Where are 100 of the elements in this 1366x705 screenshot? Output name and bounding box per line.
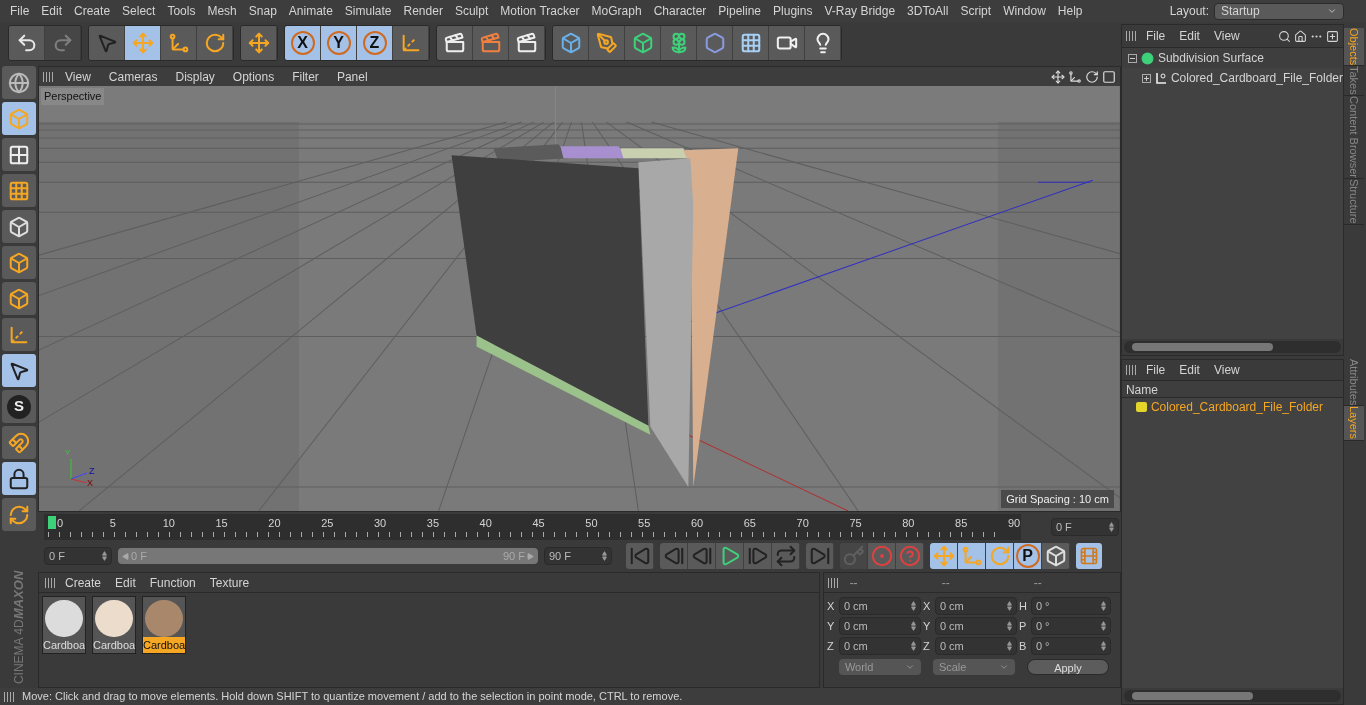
menu-item[interactable]: Edit: [109, 573, 142, 592]
size-field[interactable]: 0 cm: [934, 597, 1017, 615]
rotation-field[interactable]: 0 °: [1030, 637, 1111, 655]
material-swatch[interactable]: Cardboa: [42, 596, 86, 654]
menu-item[interactable]: Create: [68, 2, 117, 20]
menu-item[interactable]: Edit: [35, 2, 69, 20]
menu-item[interactable]: View: [1207, 361, 1246, 379]
tool-button[interactable]: [589, 26, 625, 60]
menu-item[interactable]: Motion Tracker: [494, 2, 586, 20]
tree-toggle[interactable]: [1127, 53, 1137, 63]
menu-item[interactable]: Filter: [284, 67, 327, 86]
side-tab[interactable]: Objects: [1344, 28, 1364, 67]
menu-item[interactable]: Edit: [1173, 27, 1206, 45]
size-field[interactable]: 0 cm: [934, 637, 1017, 655]
home-icon[interactable]: [1294, 29, 1307, 43]
search-icon[interactable]: [1278, 29, 1291, 43]
layout-dropdown[interactable]: Startup: [1214, 2, 1344, 20]
layer-color-swatch[interactable]: [1135, 402, 1147, 412]
tool-button[interactable]: [930, 543, 958, 569]
menu-item[interactable]: File: [1139, 27, 1172, 45]
side-tab[interactable]: Layers: [1344, 406, 1364, 441]
menu-item[interactable]: Snap: [242, 2, 283, 20]
current-frame-field[interactable]: 0 F: [1050, 518, 1119, 536]
menu-item[interactable]: File: [4, 2, 36, 20]
position-field[interactable]: 0 cm: [838, 597, 921, 615]
tool-button[interactable]: [2, 210, 36, 243]
tool-button[interactable]: [2, 354, 36, 387]
tool-button[interactable]: [161, 26, 197, 60]
tool-button[interactable]: [716, 543, 744, 569]
tool-button[interactable]: [393, 26, 429, 60]
position-field[interactable]: 0 cm: [838, 637, 921, 655]
menu-item[interactable]: Texture: [203, 573, 256, 592]
menu-item[interactable]: Script: [954, 2, 998, 20]
material-swatch[interactable]: Cardboa: [142, 596, 186, 654]
tool-button[interactable]: [2, 138, 36, 171]
tool-button[interactable]: [625, 26, 661, 60]
menu-item[interactable]: Options: [224, 67, 283, 86]
tool-button[interactable]: [437, 26, 473, 60]
rotate-icon[interactable]: [1084, 69, 1099, 84]
menu-item[interactable]: MoGraph: [585, 2, 648, 20]
tool-button[interactable]: [958, 543, 986, 569]
menu-item[interactable]: Cameras: [100, 67, 166, 86]
toggle-button[interactable]: Z: [357, 26, 393, 60]
menu-item[interactable]: Create: [59, 573, 108, 592]
apply-button[interactable]: Apply: [1026, 659, 1109, 675]
end-frame-field[interactable]: 90 F: [544, 547, 612, 565]
tool-button[interactable]: [1042, 543, 1070, 569]
menu-item[interactable]: Plugins: [767, 2, 819, 20]
menu-item[interactable]: File: [1139, 361, 1172, 379]
tool-button[interactable]: [733, 26, 769, 60]
horizontal-scrollbar[interactable]: [1123, 690, 1341, 702]
tool-button[interactable]: [509, 26, 545, 60]
size-field[interactable]: 0 cm: [934, 617, 1017, 635]
menu-item[interactable]: Edit: [1173, 361, 1206, 379]
menu-item[interactable]: Tools: [161, 2, 202, 20]
tool-button[interactable]: [2, 462, 36, 495]
tool-button[interactable]: [473, 26, 509, 60]
toggle-button[interactable]: X: [285, 26, 321, 60]
menu-item[interactable]: Pipeline: [712, 2, 768, 20]
tool-button[interactable]: [769, 26, 805, 60]
move-icon[interactable]: [1050, 69, 1065, 84]
tool-button[interactable]: [697, 26, 733, 60]
menu-item[interactable]: Window: [997, 2, 1052, 20]
menu-item[interactable]: Sculpt: [448, 2, 495, 20]
tool-button[interactable]: [241, 26, 277, 60]
toggle-button[interactable]: P: [1014, 543, 1042, 569]
window-icon[interactable]: [1101, 69, 1116, 84]
tool-button[interactable]: [125, 26, 161, 60]
menu-item[interactable]: Character: [647, 2, 713, 20]
menu-item[interactable]: Function: [143, 573, 202, 592]
tool-button[interactable]: [661, 26, 697, 60]
toggle-button[interactable]: Y: [321, 26, 357, 60]
menu-item[interactable]: View: [57, 67, 99, 86]
menu-item[interactable]: Help: [1051, 2, 1089, 20]
menu-item[interactable]: V-Ray Bridge: [818, 2, 902, 20]
object-name[interactable]: Colored_Cardboard_File_Folder: [1170, 69, 1343, 87]
tool-button[interactable]: [805, 26, 841, 60]
layer-name[interactable]: Colored_Cardboard_File_Folder: [1150, 398, 1323, 416]
tool-button[interactable]: [9, 26, 45, 60]
menu-item[interactable]: Animate: [282, 2, 339, 20]
menu-item[interactable]: Render: [397, 2, 449, 20]
rotation-field[interactable]: 0 °: [1030, 617, 1111, 635]
snap-button[interactable]: S: [2, 390, 36, 423]
material-swatch[interactable]: Cardboa: [92, 596, 136, 654]
position-field[interactable]: 0 cm: [838, 617, 921, 635]
tool-button[interactable]: [553, 26, 589, 60]
menu-item[interactable]: Display: [167, 67, 223, 86]
menu-item[interactable]: 3DToAll: [901, 2, 955, 20]
timeline-ruler[interactable]: 0 5 10 15 20 25 30 35 40 45 50 55 60 65 70 75 80 85 90: [44, 514, 1021, 540]
menu-item[interactable]: View: [1207, 27, 1246, 45]
menu-item[interactable]: Mesh: [201, 2, 243, 20]
menu-item[interactable]: Panel: [328, 67, 376, 86]
menu-item[interactable]: Select: [116, 2, 162, 20]
add-icon[interactable]: [1326, 29, 1339, 43]
tool-button[interactable]: [197, 26, 233, 60]
tool-button[interactable]: [986, 543, 1014, 569]
menu-item[interactable]: Simulate: [338, 2, 398, 20]
horizontal-scrollbar[interactable]: [1123, 341, 1341, 353]
start-frame-field[interactable]: 0 F: [44, 547, 112, 565]
tree-toggle[interactable]: [1141, 73, 1151, 83]
